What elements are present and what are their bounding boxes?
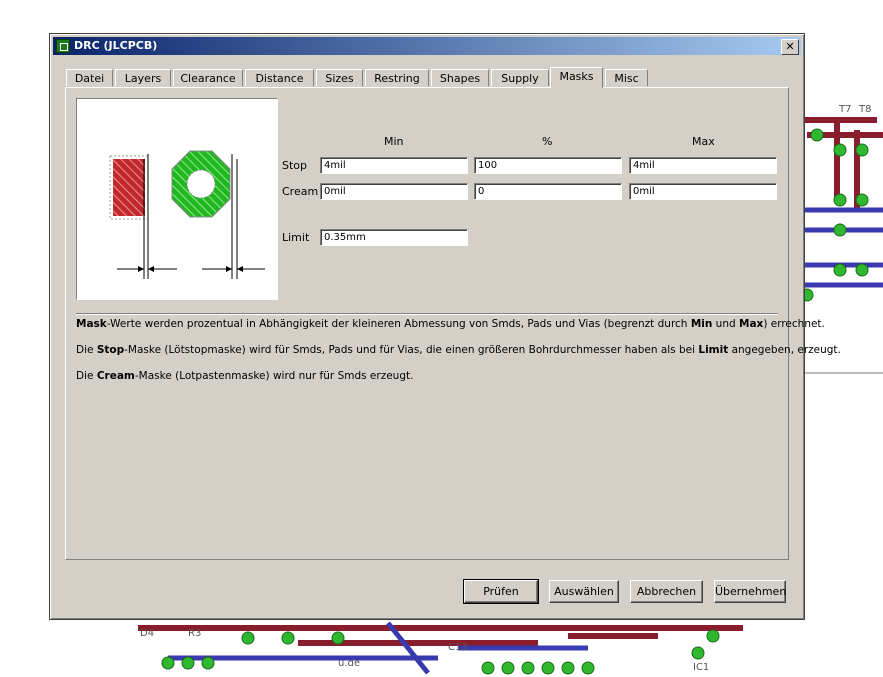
cream-max-field[interactable]: 0mil: [629, 183, 777, 200]
limit-field[interactable]: 0.35mm: [320, 229, 468, 246]
header-min: Min: [384, 135, 404, 148]
check-button[interactable]: Prüfen: [463, 579, 539, 604]
label-d4: D4: [140, 628, 154, 639]
tab-datei[interactable]: Datei: [66, 69, 113, 86]
apply-button[interactable]: Übernehmen: [714, 580, 786, 603]
limit-label: Limit: [282, 231, 310, 244]
drc-dialog: DRC (JLCPCB) ✕ Datei Layers Clearance Di…: [49, 33, 841, 620]
masks-panel: Min % Max Stop 4mil 100 4mil Cream 0mil …: [65, 87, 841, 560]
tab-restring[interactable]: Restring: [365, 69, 429, 86]
stop-max-field[interactable]: 4mil: [629, 157, 777, 174]
cream-percent-field[interactable]: 0: [474, 183, 622, 200]
description-line-3: Die Cream-Maske (Lotpastenmaske) wird nu…: [76, 370, 414, 382]
header-max: Max: [692, 135, 715, 148]
tab-clearance[interactable]: Clearance: [173, 69, 243, 86]
stop-percent-field[interactable]: 100: [474, 157, 622, 174]
cancel-button[interactable]: Abbrechen: [630, 580, 703, 603]
tab-layers[interactable]: Layers: [115, 69, 171, 86]
separator: [76, 313, 778, 315]
stop-min-field[interactable]: 4mil: [320, 157, 468, 174]
cream-min-field[interactable]: 0mil: [320, 183, 468, 200]
smd-pad-shape: [113, 159, 145, 216]
window-title: DRC (JLCPCB): [74, 39, 158, 52]
pcb-background-right: T7 T8: [797, 90, 883, 375]
description-line-1: Mask-Werte werden prozentual in Abhängig…: [76, 318, 825, 330]
cream-label: Cream: [282, 185, 319, 198]
label-r3: R3: [188, 628, 201, 639]
tab-sizes[interactable]: Sizes: [316, 69, 363, 86]
tab-shapes[interactable]: Shapes: [431, 69, 489, 86]
label-ic1: IC1: [693, 662, 709, 673]
pcb-background-bottom: D4 R3 C13 u.de IC1: [138, 618, 743, 677]
stop-label: Stop: [282, 159, 308, 172]
tab-masks[interactable]: Masks: [550, 67, 603, 88]
app-icon: [56, 39, 70, 53]
select-button[interactable]: Auswählen: [549, 580, 619, 603]
label-t8: T8: [858, 104, 871, 115]
title-bar[interactable]: DRC (JLCPCB) ✕: [53, 37, 801, 55]
header-percent: %: [542, 135, 553, 148]
close-button[interactable]: ✕: [781, 39, 799, 55]
tab-distance[interactable]: Distance: [245, 69, 314, 86]
label-c13: C13: [448, 642, 468, 653]
label-t7: T7: [838, 104, 851, 115]
tab-supply[interactable]: Supply: [491, 69, 549, 86]
tab-misc[interactable]: Misc: [605, 69, 648, 86]
mask-preview-image: [76, 98, 278, 300]
label-url: u.de: [338, 658, 360, 669]
description-line-2: Die Stop-Maske (Lötstopmaske) wird für S…: [76, 344, 841, 356]
